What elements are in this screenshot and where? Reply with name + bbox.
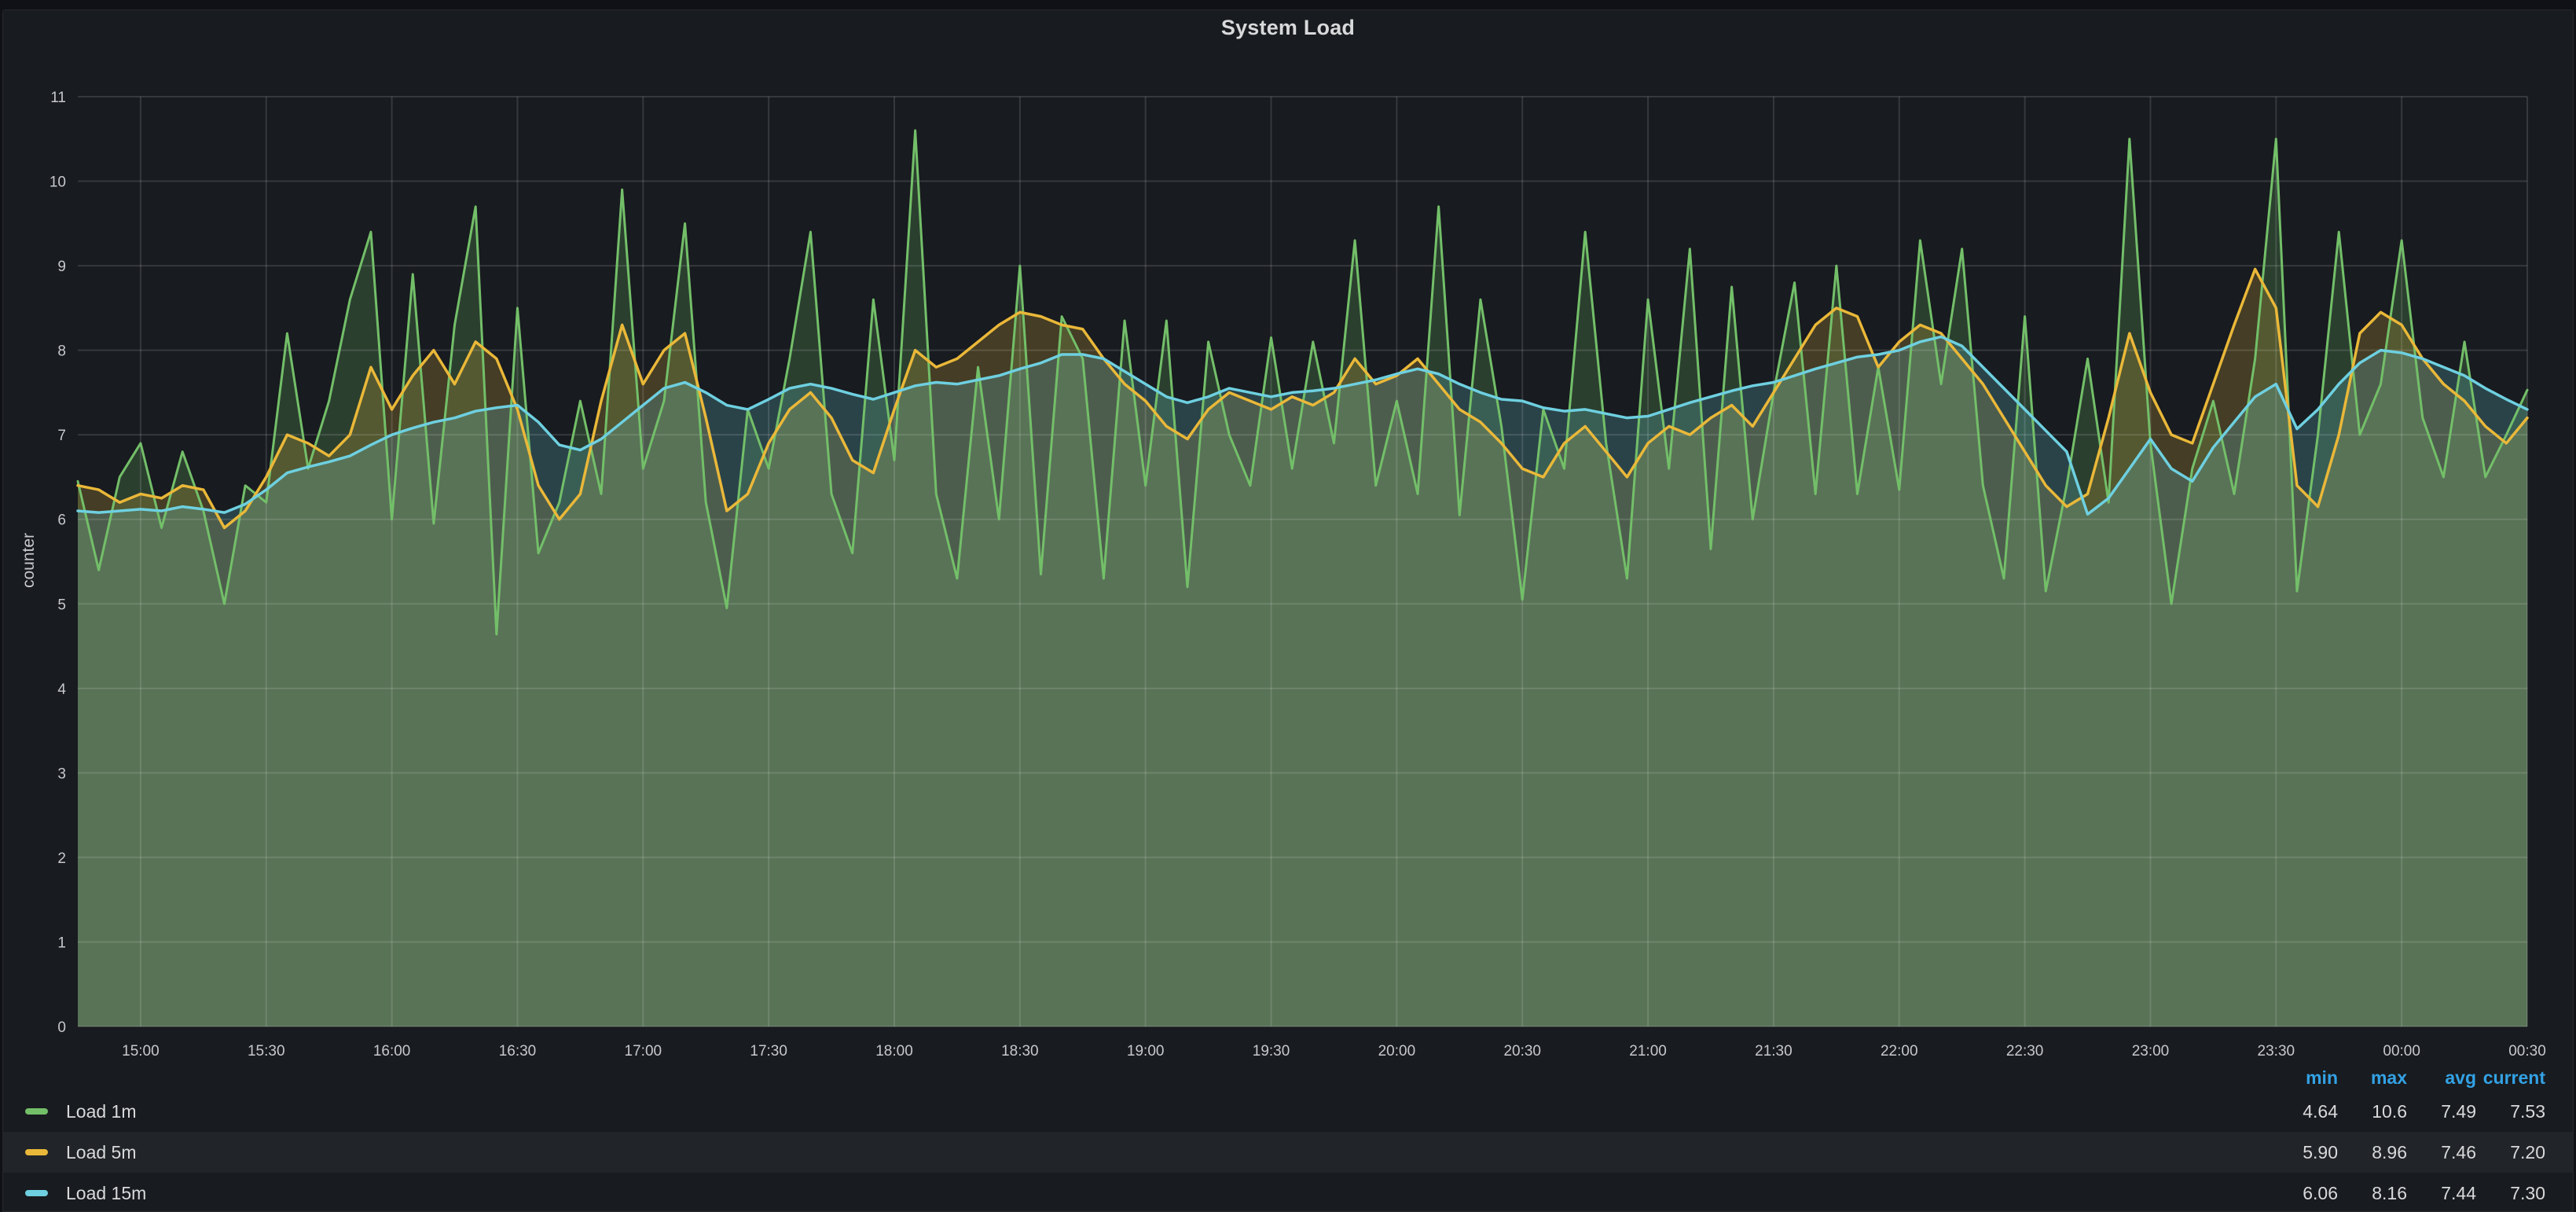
stat-max-load-15m: 8.16 [2338, 1183, 2407, 1204]
y-tick-label-8: 8 [57, 343, 66, 360]
legend-row-left: Load 15m [25, 1183, 2269, 1204]
x-tick-label-00-00: 00:00 [2383, 1043, 2420, 1060]
legend-header-avg[interactable]: avg [2407, 1067, 2476, 1089]
legend-header-max[interactable]: max [2338, 1067, 2407, 1089]
x-tick-label-22-30: 22:30 [2006, 1043, 2044, 1060]
legend-row-load-5m[interactable]: Load 5m 5.90 8.96 7.46 7.20 [3, 1132, 2573, 1173]
x-tick-label-21-30: 21:30 [1755, 1043, 1793, 1060]
y-tick-label-2: 2 [57, 850, 66, 867]
legend: min max avg current Load 1m 4.64 10.6 7.… [3, 1064, 2573, 1212]
series-color-swatch-load-1m[interactable] [25, 1108, 48, 1115]
y-tick-label-7: 7 [57, 428, 66, 444]
y-tick-label-6: 6 [57, 512, 66, 529]
y-tick-label-0: 0 [57, 1019, 66, 1036]
series-color-swatch-load-5m[interactable] [25, 1149, 48, 1155]
stat-avg-load-1m: 7.49 [2407, 1101, 2476, 1122]
x-tick-label-00-30: 00:30 [2508, 1043, 2546, 1060]
page: System Load counter 0123456789101115:001… [0, 0, 2576, 1212]
x-tick-label-20-30: 20:30 [1503, 1043, 1541, 1060]
x-tick-label-15-00: 15:00 [122, 1043, 160, 1060]
stat-min-load-15m: 6.06 [2269, 1183, 2338, 1204]
stat-avg-load-5m: 7.46 [2407, 1142, 2476, 1163]
legend-row-left: Load 1m [25, 1101, 2269, 1122]
y-tick-label-10: 10 [50, 174, 66, 191]
y-tick-label-9: 9 [57, 259, 66, 275]
x-tick-label-20-00: 20:00 [1378, 1043, 1416, 1060]
legend-row-load-1m[interactable]: Load 1m 4.64 10.6 7.49 7.53 [3, 1091, 2573, 1132]
stat-min-load-1m: 4.64 [2269, 1101, 2338, 1122]
stat-current-load-15m: 7.30 [2476, 1183, 2545, 1204]
x-tick-label-16-30: 16:30 [499, 1043, 537, 1060]
x-tick-label-18-00: 18:00 [875, 1043, 913, 1060]
legend-row-load-15m[interactable]: Load 15m 6.06 8.16 7.44 7.30 [3, 1173, 2573, 1212]
stat-max-load-5m: 8.96 [2338, 1142, 2407, 1163]
stat-max-load-1m: 10.6 [2338, 1101, 2407, 1122]
x-tick-label-17-30: 17:30 [750, 1043, 787, 1060]
x-tick-label-23-00: 23:00 [2132, 1043, 2170, 1060]
stat-avg-load-15m: 7.44 [2407, 1183, 2476, 1204]
series-label-load-1m[interactable]: Load 1m [66, 1101, 137, 1122]
legend-row-left: Load 5m [25, 1142, 2269, 1163]
series-label-load-5m[interactable]: Load 5m [66, 1142, 137, 1163]
stat-current-load-5m: 7.20 [2476, 1142, 2545, 1163]
stat-current-load-1m: 7.53 [2476, 1101, 2545, 1122]
x-tick-label-19-00: 19:00 [1127, 1043, 1165, 1060]
y-tick-label-11: 11 [50, 90, 66, 106]
legend-header-min[interactable]: min [2269, 1067, 2338, 1089]
panel-system-load: System Load counter 0123456789101115:001… [2, 9, 2574, 1212]
y-tick-label-4: 4 [57, 681, 66, 698]
y-tick-label-3: 3 [57, 766, 66, 782]
x-tick-label-18-30: 18:30 [1001, 1043, 1039, 1060]
chart-canvas[interactable]: 0 1 2 3 4 5 6 7 8 9 10 11 15:00 15:30 16:00 16:30 17:00 1… [3, 10, 2576, 1212]
y-tick-label-1: 1 [57, 935, 66, 951]
legend-header-row: min max avg current [3, 1064, 2573, 1091]
series-label-load-15m[interactable]: Load 15m [66, 1183, 146, 1204]
x-tick-label-17-00: 17:00 [625, 1043, 662, 1060]
x-tick-label-21-00: 21:00 [1629, 1043, 1667, 1060]
x-tick-label-22-00: 22:00 [1881, 1043, 1918, 1060]
x-tick-label-16-00: 16:00 [373, 1043, 411, 1060]
legend-header-current[interactable]: current [2476, 1067, 2545, 1089]
y-tick-label-5: 5 [57, 597, 66, 613]
x-tick-label-19-30: 19:30 [1253, 1043, 1290, 1060]
stat-min-load-5m: 5.90 [2269, 1142, 2338, 1163]
x-tick-label-23-30: 23:30 [2258, 1043, 2295, 1060]
series-color-swatch-load-15m[interactable] [25, 1190, 48, 1196]
x-tick-label-15-30: 15:30 [248, 1043, 285, 1060]
